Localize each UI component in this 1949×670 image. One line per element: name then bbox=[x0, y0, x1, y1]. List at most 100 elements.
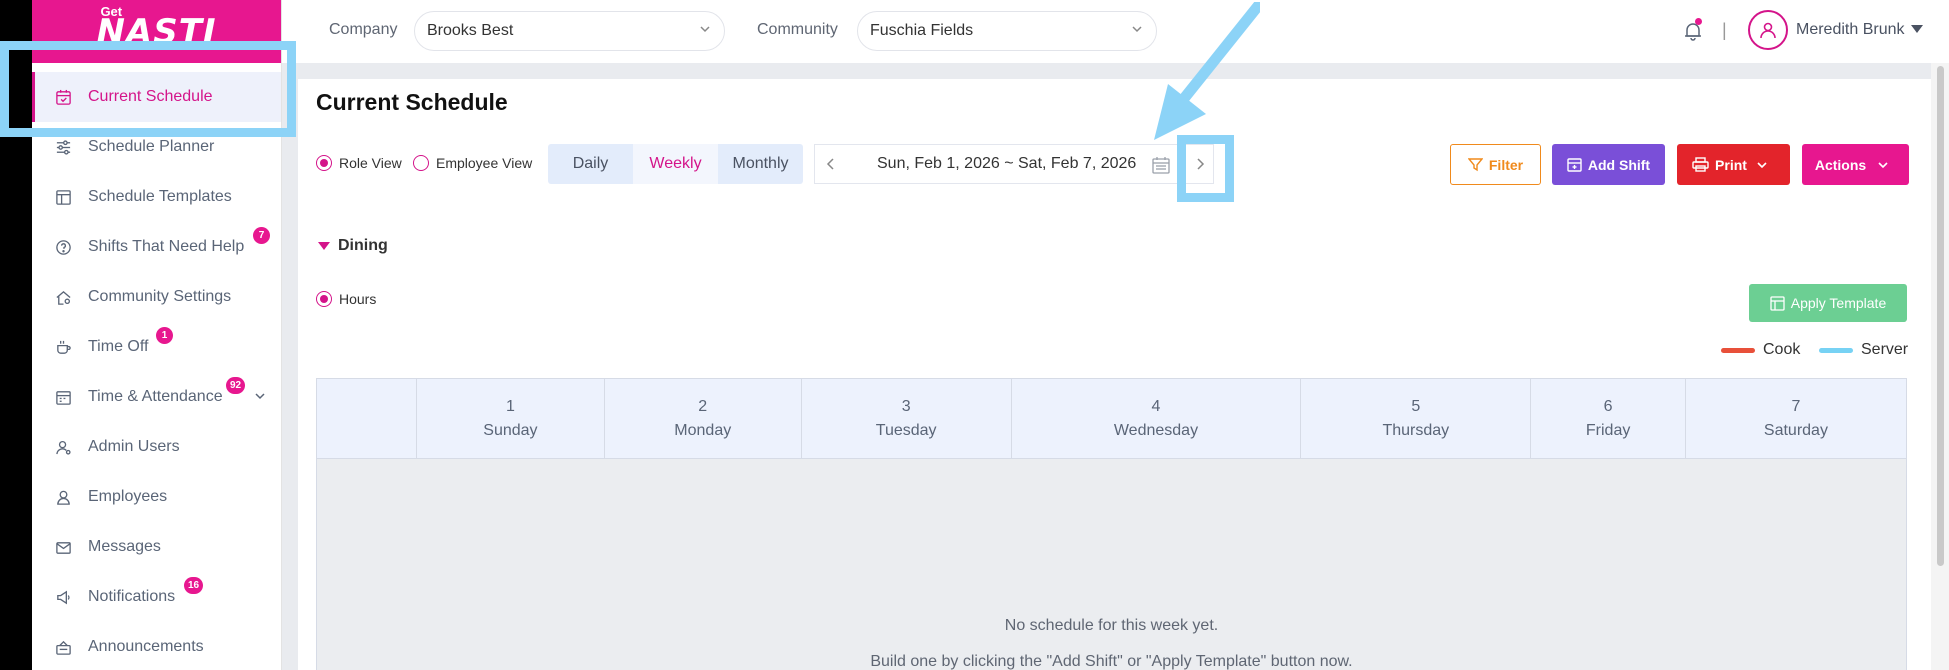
sidebar-item-admin-users[interactable]: Admin Users bbox=[32, 422, 281, 472]
apply-template-label: Apply Template bbox=[1790, 295, 1887, 311]
date-range[interactable]: Sun, Feb 1, 2026 ~ Sat, Feb 7, 2026 bbox=[877, 155, 1136, 173]
notifications-badge: 16 bbox=[184, 577, 204, 594]
chevron-down-icon bbox=[1878, 161, 1888, 168]
chevron-down-icon[interactable] bbox=[253, 389, 267, 408]
sidebar-item-schedule-templates[interactable]: Schedule Templates bbox=[32, 172, 281, 222]
sidebar-item-shifts-that-need-help[interactable]: Shifts That Need Help 7 bbox=[32, 222, 281, 272]
page-title: Current Schedule bbox=[316, 89, 508, 115]
sidebar-item-label: Announcements bbox=[88, 638, 204, 655]
sidebar-item-messages[interactable]: Messages bbox=[32, 522, 281, 572]
empty-schedule-title: No schedule for this week yet. bbox=[1004, 617, 1219, 634]
corner-cell bbox=[316, 378, 417, 459]
print-label: Print bbox=[1715, 156, 1747, 173]
legend-cook-swatch bbox=[1721, 347, 1755, 353]
print-button[interactable]: Print bbox=[1677, 144, 1790, 185]
topbar: Company Brooks Best Community Fuschia Fi… bbox=[282, 0, 1949, 63]
sidebar-item-label: Time Off bbox=[88, 338, 149, 355]
sidebar-item-employees[interactable]: Employees bbox=[32, 472, 281, 522]
caret-down-icon bbox=[1910, 21, 1923, 39]
day-name: Monday bbox=[674, 421, 732, 439]
day-header-saturday: 7 Saturday bbox=[1684, 378, 1908, 459]
logo-prefix: Get bbox=[100, 3, 123, 19]
day-number: 3 bbox=[901, 397, 911, 415]
sidebar-nav: Current Schedule Schedule Planner Schedu… bbox=[32, 63, 281, 670]
scrollbar-thumb[interactable] bbox=[1937, 66, 1944, 566]
calendar-clock-icon bbox=[54, 388, 72, 406]
time-off-badge: 1 bbox=[156, 327, 173, 344]
sidebar-item-label: Employees bbox=[88, 488, 168, 505]
day-number: 5 bbox=[1411, 397, 1421, 415]
day-name: Tuesday bbox=[875, 421, 937, 439]
hours-radio[interactable]: Hours bbox=[316, 291, 376, 307]
sidebar-item-label: Notifications bbox=[88, 588, 176, 605]
sidebar-item-announcements[interactable]: Announcements bbox=[32, 622, 281, 670]
sidebar-item-label: Shifts That Need Help bbox=[88, 238, 245, 255]
actions-button[interactable]: Actions bbox=[1802, 144, 1909, 185]
notification-dot bbox=[1695, 18, 1702, 25]
legend-server-label: Server bbox=[1861, 341, 1909, 358]
filter-label: Filter bbox=[1488, 156, 1524, 173]
prev-week-button[interactable] bbox=[821, 154, 841, 179]
company-value: Brooks Best bbox=[427, 22, 514, 39]
company-select[interactable]: Brooks Best bbox=[414, 11, 725, 51]
template-icon bbox=[54, 188, 72, 206]
sidebar-item-label: Schedule Planner bbox=[88, 138, 215, 155]
day-name: Sunday bbox=[483, 421, 538, 439]
community-label: Community bbox=[757, 21, 838, 38]
apply-template-button[interactable]: Apply Template bbox=[1749, 284, 1907, 322]
actions-label: Actions bbox=[1814, 156, 1867, 173]
schedule-table: 1 Sunday 2 Monday 3 Tuesday 4 Wednesday 5 Thu… bbox=[316, 378, 1908, 670]
legend-server: Server bbox=[1819, 341, 1908, 359]
company-label: Company bbox=[329, 21, 398, 38]
empty-schedule-row: No schedule for this week yet. Build one… bbox=[316, 458, 1907, 670]
highlight-current-schedule bbox=[0, 41, 296, 137]
community-select[interactable]: Fuschia Fields bbox=[857, 11, 1157, 51]
day-number: 1 bbox=[505, 397, 515, 415]
tab-monthly[interactable]: Monthly bbox=[718, 144, 803, 184]
home-gear-icon bbox=[54, 288, 72, 306]
sidebar-item-label: Community Settings bbox=[88, 288, 232, 305]
day-name: Thursday bbox=[1382, 421, 1450, 439]
sidebar-item-community-settings[interactable]: Community Settings bbox=[32, 272, 281, 322]
role-view-label: Role View bbox=[339, 155, 402, 171]
template-icon bbox=[1770, 295, 1785, 311]
sidebar-item-notifications[interactable]: Notifications 16 bbox=[32, 572, 281, 622]
group-dining-toggle[interactable]: Dining bbox=[318, 237, 388, 255]
announcement-icon bbox=[54, 638, 72, 656]
sidebar-item-time-off[interactable]: Time Off 1 bbox=[32, 322, 281, 372]
sliders-icon bbox=[54, 138, 72, 156]
add-shift-label: Add Shift bbox=[1587, 156, 1651, 173]
legend-cook-label: Cook bbox=[1763, 341, 1801, 358]
day-number: 6 bbox=[1603, 397, 1613, 415]
calendar-icon[interactable] bbox=[1151, 155, 1171, 180]
time-attendance-badge: 92 bbox=[226, 377, 246, 394]
tab-daily[interactable]: Daily bbox=[548, 144, 633, 184]
filter-icon bbox=[1467, 158, 1483, 172]
schedule-header-row: 1 Sunday 2 Monday 3 Tuesday 4 Wednesday 5 Thu… bbox=[316, 378, 1908, 459]
topbar-divider: | bbox=[1722, 20, 1727, 40]
day-number: 7 bbox=[1791, 397, 1801, 415]
username: Meredith Brunk bbox=[1796, 21, 1905, 38]
tab-weekly[interactable]: Weekly bbox=[633, 144, 718, 184]
megaphone-icon bbox=[54, 588, 72, 606]
add-shift-button[interactable]: Add Shift bbox=[1552, 144, 1665, 185]
group-name: Dining bbox=[338, 237, 388, 254]
sidebar-item-time-attendance[interactable]: Time & Attendance 92 bbox=[32, 372, 281, 422]
caret-down-icon bbox=[318, 242, 330, 250]
calendar-plus-icon bbox=[1567, 158, 1582, 172]
hours-label: Hours bbox=[339, 291, 377, 307]
user-menu[interactable]: Meredith Brunk bbox=[1748, 10, 1923, 50]
filter-button[interactable]: Filter bbox=[1450, 144, 1541, 185]
radio-dot bbox=[316, 291, 332, 307]
sidebar-item-label: Time & Attendance bbox=[88, 388, 223, 405]
avatar bbox=[1748, 10, 1788, 50]
employee-view-label: Employee View bbox=[436, 155, 533, 171]
user-icon bbox=[54, 488, 72, 506]
coffee-icon bbox=[54, 338, 72, 356]
empty-schedule-cell: No schedule for this week yet. Build one… bbox=[316, 458, 1907, 670]
day-header-friday: 6 Friday bbox=[1530, 378, 1686, 459]
role-view-radio[interactable]: Role View bbox=[316, 155, 402, 171]
help-circle-icon bbox=[54, 238, 72, 256]
day-name: Friday bbox=[1585, 421, 1631, 439]
employee-view-radio[interactable]: Employee View bbox=[413, 155, 532, 171]
